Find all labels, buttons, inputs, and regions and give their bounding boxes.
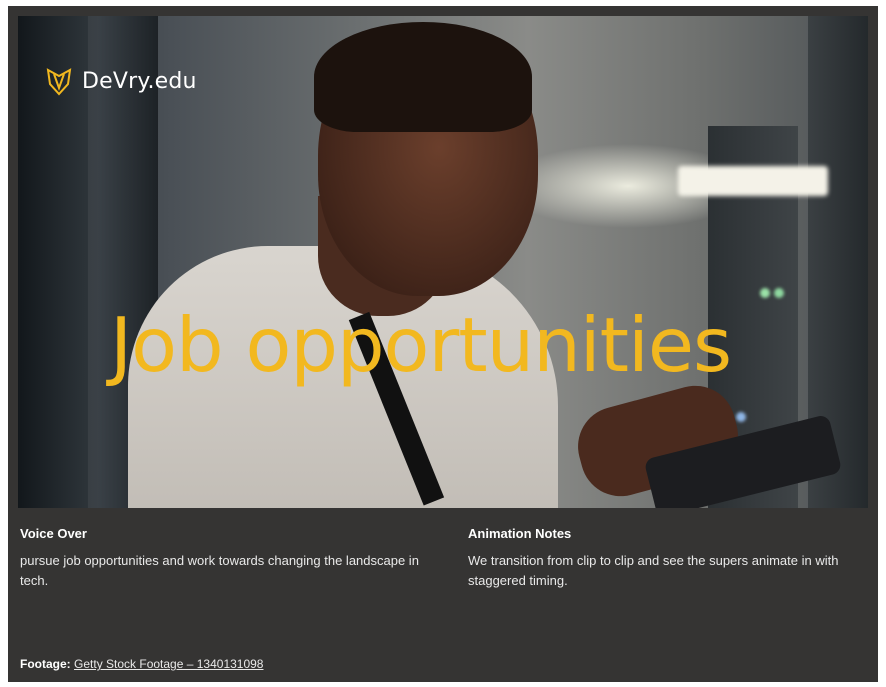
server-led — [760, 288, 770, 298]
animation-notes-text: We transition from clip to clip and see … — [468, 553, 839, 588]
voice-over-heading: Voice Over — [20, 526, 87, 541]
devry-shield-icon — [46, 68, 72, 96]
devry-logo: DeVry.edu — [44, 66, 197, 96]
server-led — [774, 288, 784, 298]
footage-label: Footage: — [20, 657, 71, 671]
animation-notes-heading: Animation Notes — [468, 526, 572, 541]
voice-over-section: Voice Over pursue job opportunities and … — [20, 526, 430, 591]
server-led — [736, 412, 746, 422]
ceiling-light — [678, 166, 828, 196]
footage-credit: Footage: Getty Stock Footage – 134013109… — [20, 657, 263, 671]
super-title: Job opportunities — [110, 301, 732, 389]
brand-name: DeVry.edu — [82, 68, 197, 94]
hero-image: DeVry.edu Job opportunities — [18, 16, 868, 508]
person-hair — [314, 22, 532, 132]
storyboard-frame: DeVry.edu Job opportunities Voice Over p… — [8, 6, 878, 682]
animation-notes-section: Animation Notes We transition from clip … — [468, 526, 878, 591]
voice-over-text: pursue job opportunities and work toward… — [20, 553, 419, 588]
footage-link[interactable]: Getty Stock Footage – 1340131098 — [74, 657, 263, 671]
